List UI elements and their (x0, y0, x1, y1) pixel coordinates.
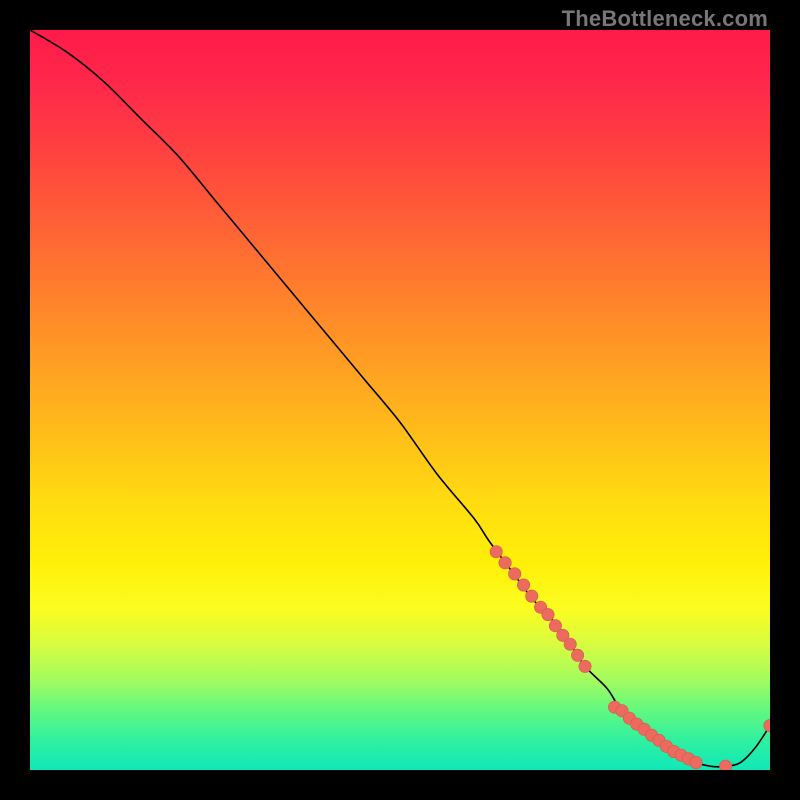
data-marker (526, 590, 538, 602)
data-marker (690, 756, 702, 768)
data-marker (542, 608, 554, 620)
data-marker (564, 638, 576, 650)
marker-group (490, 546, 770, 771)
plot-area (30, 30, 770, 770)
data-marker (579, 660, 591, 672)
bottleneck-curve (30, 30, 770, 767)
chart-container: TheBottleneck.com (0, 0, 800, 800)
data-marker (764, 719, 770, 731)
data-marker (499, 557, 511, 569)
data-marker (571, 649, 583, 661)
chart-svg (30, 30, 770, 770)
data-marker (719, 760, 731, 770)
data-marker (517, 579, 529, 591)
watermark-text: TheBottleneck.com (562, 6, 768, 32)
data-marker (509, 568, 521, 580)
data-marker (490, 546, 502, 558)
